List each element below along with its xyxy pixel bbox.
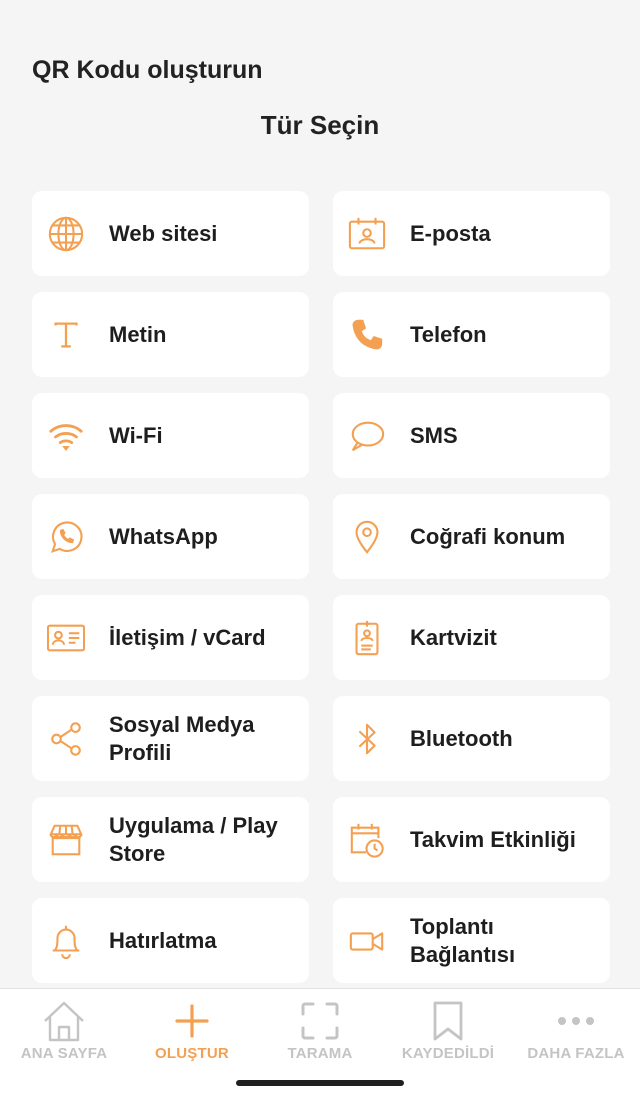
more-dots-icon: [556, 999, 596, 1043]
store-icon: [46, 820, 86, 860]
share-icon: [46, 719, 86, 759]
type-card-app-store[interactable]: Uygulama / Play Store: [32, 797, 309, 882]
calendar-clock-icon: [347, 820, 387, 860]
type-card-location[interactable]: Coğrafi konum: [333, 494, 610, 579]
type-label: Toplantı Bağlantısı: [410, 913, 516, 967]
vcard-icon: [46, 618, 86, 658]
nav-create[interactable]: OLUŞTUR: [128, 989, 256, 1069]
type-card-reminder[interactable]: Hatırlatma: [32, 898, 309, 983]
nav-label: TARAMA: [287, 1045, 353, 1062]
type-label: Sosyal Medya Profili: [109, 711, 255, 765]
type-label: Uygulama / Play Store: [109, 812, 278, 866]
nav-home[interactable]: ANA SAYFA: [0, 989, 128, 1069]
type-label: E-posta: [410, 220, 491, 246]
section-title: Tür Seçin: [260, 110, 380, 140]
type-card-website[interactable]: Web sitesi: [32, 191, 309, 276]
type-card-vcard[interactable]: İletişim / vCard: [32, 595, 309, 680]
type-label: WhatsApp: [109, 523, 218, 549]
type-card-calendar-event[interactable]: Takvim Etkinliği: [333, 797, 610, 882]
location-pin-icon: [347, 517, 387, 557]
bookmark-icon: [430, 999, 466, 1043]
nav-label: OLUŞTUR: [155, 1045, 229, 1062]
type-card-phone[interactable]: Telefon: [333, 292, 610, 377]
type-card-business-card[interactable]: Kartvizit: [333, 595, 610, 680]
sms-icon: [347, 416, 387, 456]
nav-label: DAHA FAZLA: [527, 1045, 625, 1062]
type-label: Kartvizit: [410, 624, 497, 650]
home-indicator: [236, 1080, 404, 1086]
type-label: İletişim / vCard: [109, 624, 266, 650]
type-label: Bluetooth: [410, 725, 513, 751]
whatsapp-icon: [46, 517, 86, 557]
type-card-text[interactable]: Metin: [32, 292, 309, 377]
type-card-wifi[interactable]: Wi-Fi: [32, 393, 309, 478]
page-title: QR Kodu oluşturun: [32, 56, 263, 84]
nav-scan[interactable]: TARAMA: [256, 989, 384, 1069]
email-card-icon: [347, 214, 387, 254]
video-camera-icon: [347, 921, 387, 961]
type-card-social[interactable]: Sosyal Medya Profili: [32, 696, 309, 781]
phone-icon: [347, 315, 387, 355]
wifi-icon: [46, 416, 86, 456]
type-label: SMS: [410, 422, 458, 448]
bluetooth-icon: [347, 719, 387, 759]
nav-more[interactable]: DAHA FAZLA: [512, 989, 640, 1069]
scan-frame-icon: [300, 999, 340, 1043]
type-card-email[interactable]: E-posta: [333, 191, 610, 276]
type-card-whatsapp[interactable]: WhatsApp: [32, 494, 309, 579]
plus-icon: [172, 999, 212, 1043]
type-card-bluetooth[interactable]: Bluetooth: [333, 696, 610, 781]
text-icon: [46, 315, 86, 355]
nav-saved[interactable]: KAYDEDİLDİ: [384, 989, 512, 1069]
nav-label: ANA SAYFA: [20, 1045, 108, 1062]
home-icon: [42, 999, 86, 1043]
badge-icon: [347, 618, 387, 658]
type-label: Hatırlatma: [109, 927, 217, 953]
globe-icon: [46, 214, 86, 254]
nav-label: KAYDEDİLDİ: [401, 1045, 495, 1062]
type-grid: Web sitesi E-posta Metin Telefon Wi-Fi S…: [32, 191, 610, 983]
type-label: Wi-Fi: [109, 422, 163, 448]
type-label: Metin: [109, 321, 167, 347]
type-label: Takvim Etkinliği: [410, 826, 576, 852]
type-label: Coğrafi konum: [410, 523, 566, 549]
type-card-sms[interactable]: SMS: [333, 393, 610, 478]
bell-icon: [46, 921, 86, 961]
type-label: Telefon: [410, 321, 487, 347]
type-card-meeting-link[interactable]: Toplantı Bağlantısı: [333, 898, 610, 983]
type-label: Web sitesi: [109, 220, 218, 246]
